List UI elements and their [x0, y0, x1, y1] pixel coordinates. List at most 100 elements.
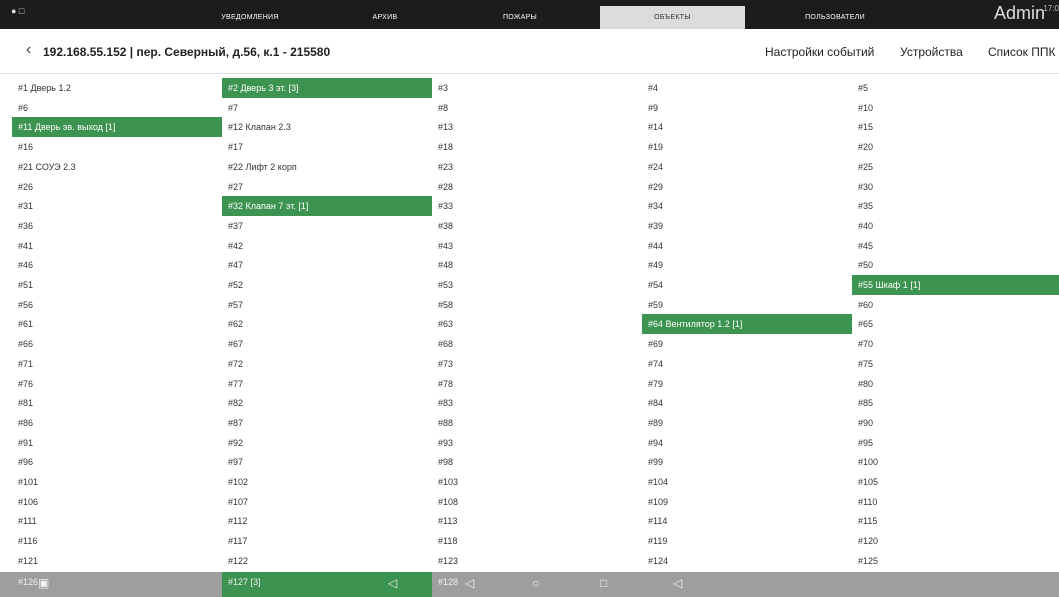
back-icon[interactable]: ‹ [26, 42, 31, 58]
grid-cell[interactable]: #22 Лифт 2 корп [222, 157, 432, 177]
grid-cell[interactable]: #101 [12, 472, 222, 492]
grid-cell[interactable]: #68 [432, 334, 642, 354]
grid-cell[interactable]: #100 [852, 452, 1059, 472]
grid-cell[interactable]: #118 [432, 531, 642, 551]
grid-cell[interactable]: #47 [222, 255, 432, 275]
grid-cell[interactable]: #95 [852, 433, 1059, 453]
grid-cell[interactable]: #117 [222, 531, 432, 551]
grid-cell[interactable]: #124 [642, 551, 852, 571]
grid-cell[interactable]: #17 [222, 137, 432, 157]
grid-cell[interactable]: #6 [12, 98, 222, 118]
grid-cell[interactable]: #29 [642, 177, 852, 197]
tab-objects[interactable]: ОБЪЕКТЫ [600, 6, 745, 29]
tab-users[interactable]: ПОЛЬЗОВАТЕЛИ [775, 6, 895, 29]
grid-cell[interactable]: #63 [432, 314, 642, 334]
grid-cell[interactable]: #66 [12, 334, 222, 354]
grid-cell[interactable]: #102 [222, 472, 432, 492]
grid-cell[interactable]: #85 [852, 393, 1059, 413]
grid-cell[interactable]: #21 СОУЭ 2.3 [12, 157, 222, 177]
grid-cell[interactable]: #31 [12, 196, 222, 216]
grid-cell[interactable]: #96 [12, 452, 222, 472]
grid-cell[interactable]: #73 [432, 354, 642, 374]
grid-cell[interactable]: #81 [12, 393, 222, 413]
grid-cell[interactable]: #64 Вентилятор 1.2 [1] [642, 314, 852, 335]
grid-cell[interactable]: #60 [852, 295, 1059, 315]
volume-icon[interactable]: ◁ [388, 576, 397, 590]
grid-cell[interactable]: #92 [222, 433, 432, 453]
grid-cell[interactable]: #36 [12, 216, 222, 236]
grid-cell[interactable]: #120 [852, 531, 1059, 551]
grid-cell[interactable]: #26 [12, 177, 222, 197]
grid-cell[interactable]: #69 [642, 334, 852, 354]
grid-cell[interactable]: #80 [852, 374, 1059, 394]
grid-cell[interactable]: #5 [852, 78, 1059, 98]
grid-cell[interactable]: #41 [12, 236, 222, 256]
grid-cell[interactable]: #122 [222, 551, 432, 571]
grid-cell[interactable]: #15 [852, 117, 1059, 137]
grid-cell[interactable]: #76 [12, 374, 222, 394]
grid-cell[interactable]: #83 [432, 393, 642, 413]
grid-cell[interactable]: #67 [222, 334, 432, 354]
grid-cell[interactable]: #89 [642, 413, 852, 433]
grid-cell[interactable]: #75 [852, 354, 1059, 374]
grid-cell[interactable]: #3 [432, 78, 642, 98]
grid-cell[interactable]: #46 [12, 255, 222, 275]
grid-cell[interactable]: #48 [432, 255, 642, 275]
grid-cell[interactable]: #110 [852, 492, 1059, 512]
grid-cell[interactable]: #2 Дверь 3 эт. [3] [222, 78, 432, 98]
grid-cell[interactable]: #123 [432, 551, 642, 571]
grid-cell[interactable]: #91 [12, 433, 222, 453]
grid-cell[interactable]: #16 [12, 137, 222, 157]
grid-cell[interactable]: #10 [852, 98, 1059, 118]
grid-cell[interactable]: #115 [852, 511, 1059, 531]
grid-cell[interactable]: #24 [642, 157, 852, 177]
grid-cell[interactable]: #4 [642, 78, 852, 98]
grid-cell[interactable]: #35 [852, 196, 1059, 216]
grid-cell[interactable]: #20 [852, 137, 1059, 157]
grid-cell[interactable]: #82 [222, 393, 432, 413]
grid-cell[interactable]: #43 [432, 236, 642, 256]
tab-archive[interactable]: АРХИВ [355, 6, 415, 29]
grid-cell[interactable]: #23 [432, 157, 642, 177]
grid-cell[interactable]: #125 [852, 551, 1059, 571]
grid-cell[interactable]: #53 [432, 275, 642, 295]
tab-fires[interactable]: ПОЖАРЫ [470, 6, 570, 29]
grid-cell[interactable]: #78 [432, 374, 642, 394]
grid-cell[interactable]: #27 [222, 177, 432, 197]
grid-cell[interactable]: #127 [3] [222, 572, 432, 597]
grid-cell[interactable]: #14 [642, 117, 852, 137]
home-icon[interactable]: ○ [532, 576, 539, 590]
grid-cell[interactable]: #104 [642, 472, 852, 492]
grid-cell[interactable]: #39 [642, 216, 852, 236]
grid-cell[interactable]: #103 [432, 472, 642, 492]
grid-cell[interactable]: #74 [642, 354, 852, 374]
tab-notifications[interactable]: УВЕДОМЛЕНИЯ [200, 6, 300, 29]
grid-cell[interactable]: #79 [642, 374, 852, 394]
grid-cell[interactable]: #25 [852, 157, 1059, 177]
grid-cell[interactable]: #44 [642, 236, 852, 256]
grid-cell[interactable]: #13 [432, 117, 642, 137]
grid-cell[interactable]: #52 [222, 275, 432, 295]
grid-cell[interactable]: #106 [12, 492, 222, 512]
grid-cell[interactable]: #109 [642, 492, 852, 512]
volume-icon[interactable]: ◁ [673, 576, 682, 590]
grid-cell[interactable]: #90 [852, 413, 1059, 433]
grid-cell[interactable]: #119 [642, 531, 852, 551]
grid-cell[interactable]: #38 [432, 216, 642, 236]
grid-cell[interactable]: #19 [642, 137, 852, 157]
grid-cell[interactable]: #61 [12, 314, 222, 334]
ppk-list-link[interactable]: Список ППК [988, 45, 1056, 59]
grid-cell[interactable]: #71 [12, 354, 222, 374]
grid-cell[interactable]: #94 [642, 433, 852, 453]
grid-cell[interactable]: #113 [432, 511, 642, 531]
grid-cell[interactable]: #28 [432, 177, 642, 197]
grid-cell[interactable]: #62 [222, 314, 432, 334]
grid-cell[interactable]: #65 [852, 314, 1059, 334]
grid-cell[interactable]: #51 [12, 275, 222, 295]
grid-cell[interactable]: #49 [642, 255, 852, 275]
grid-cell[interactable]: #112 [222, 511, 432, 531]
grid-cell[interactable]: #111 [12, 511, 222, 531]
grid-cell[interactable]: #88 [432, 413, 642, 433]
grid-cell[interactable]: #114 [642, 511, 852, 531]
recents-icon[interactable]: □ [600, 576, 607, 590]
